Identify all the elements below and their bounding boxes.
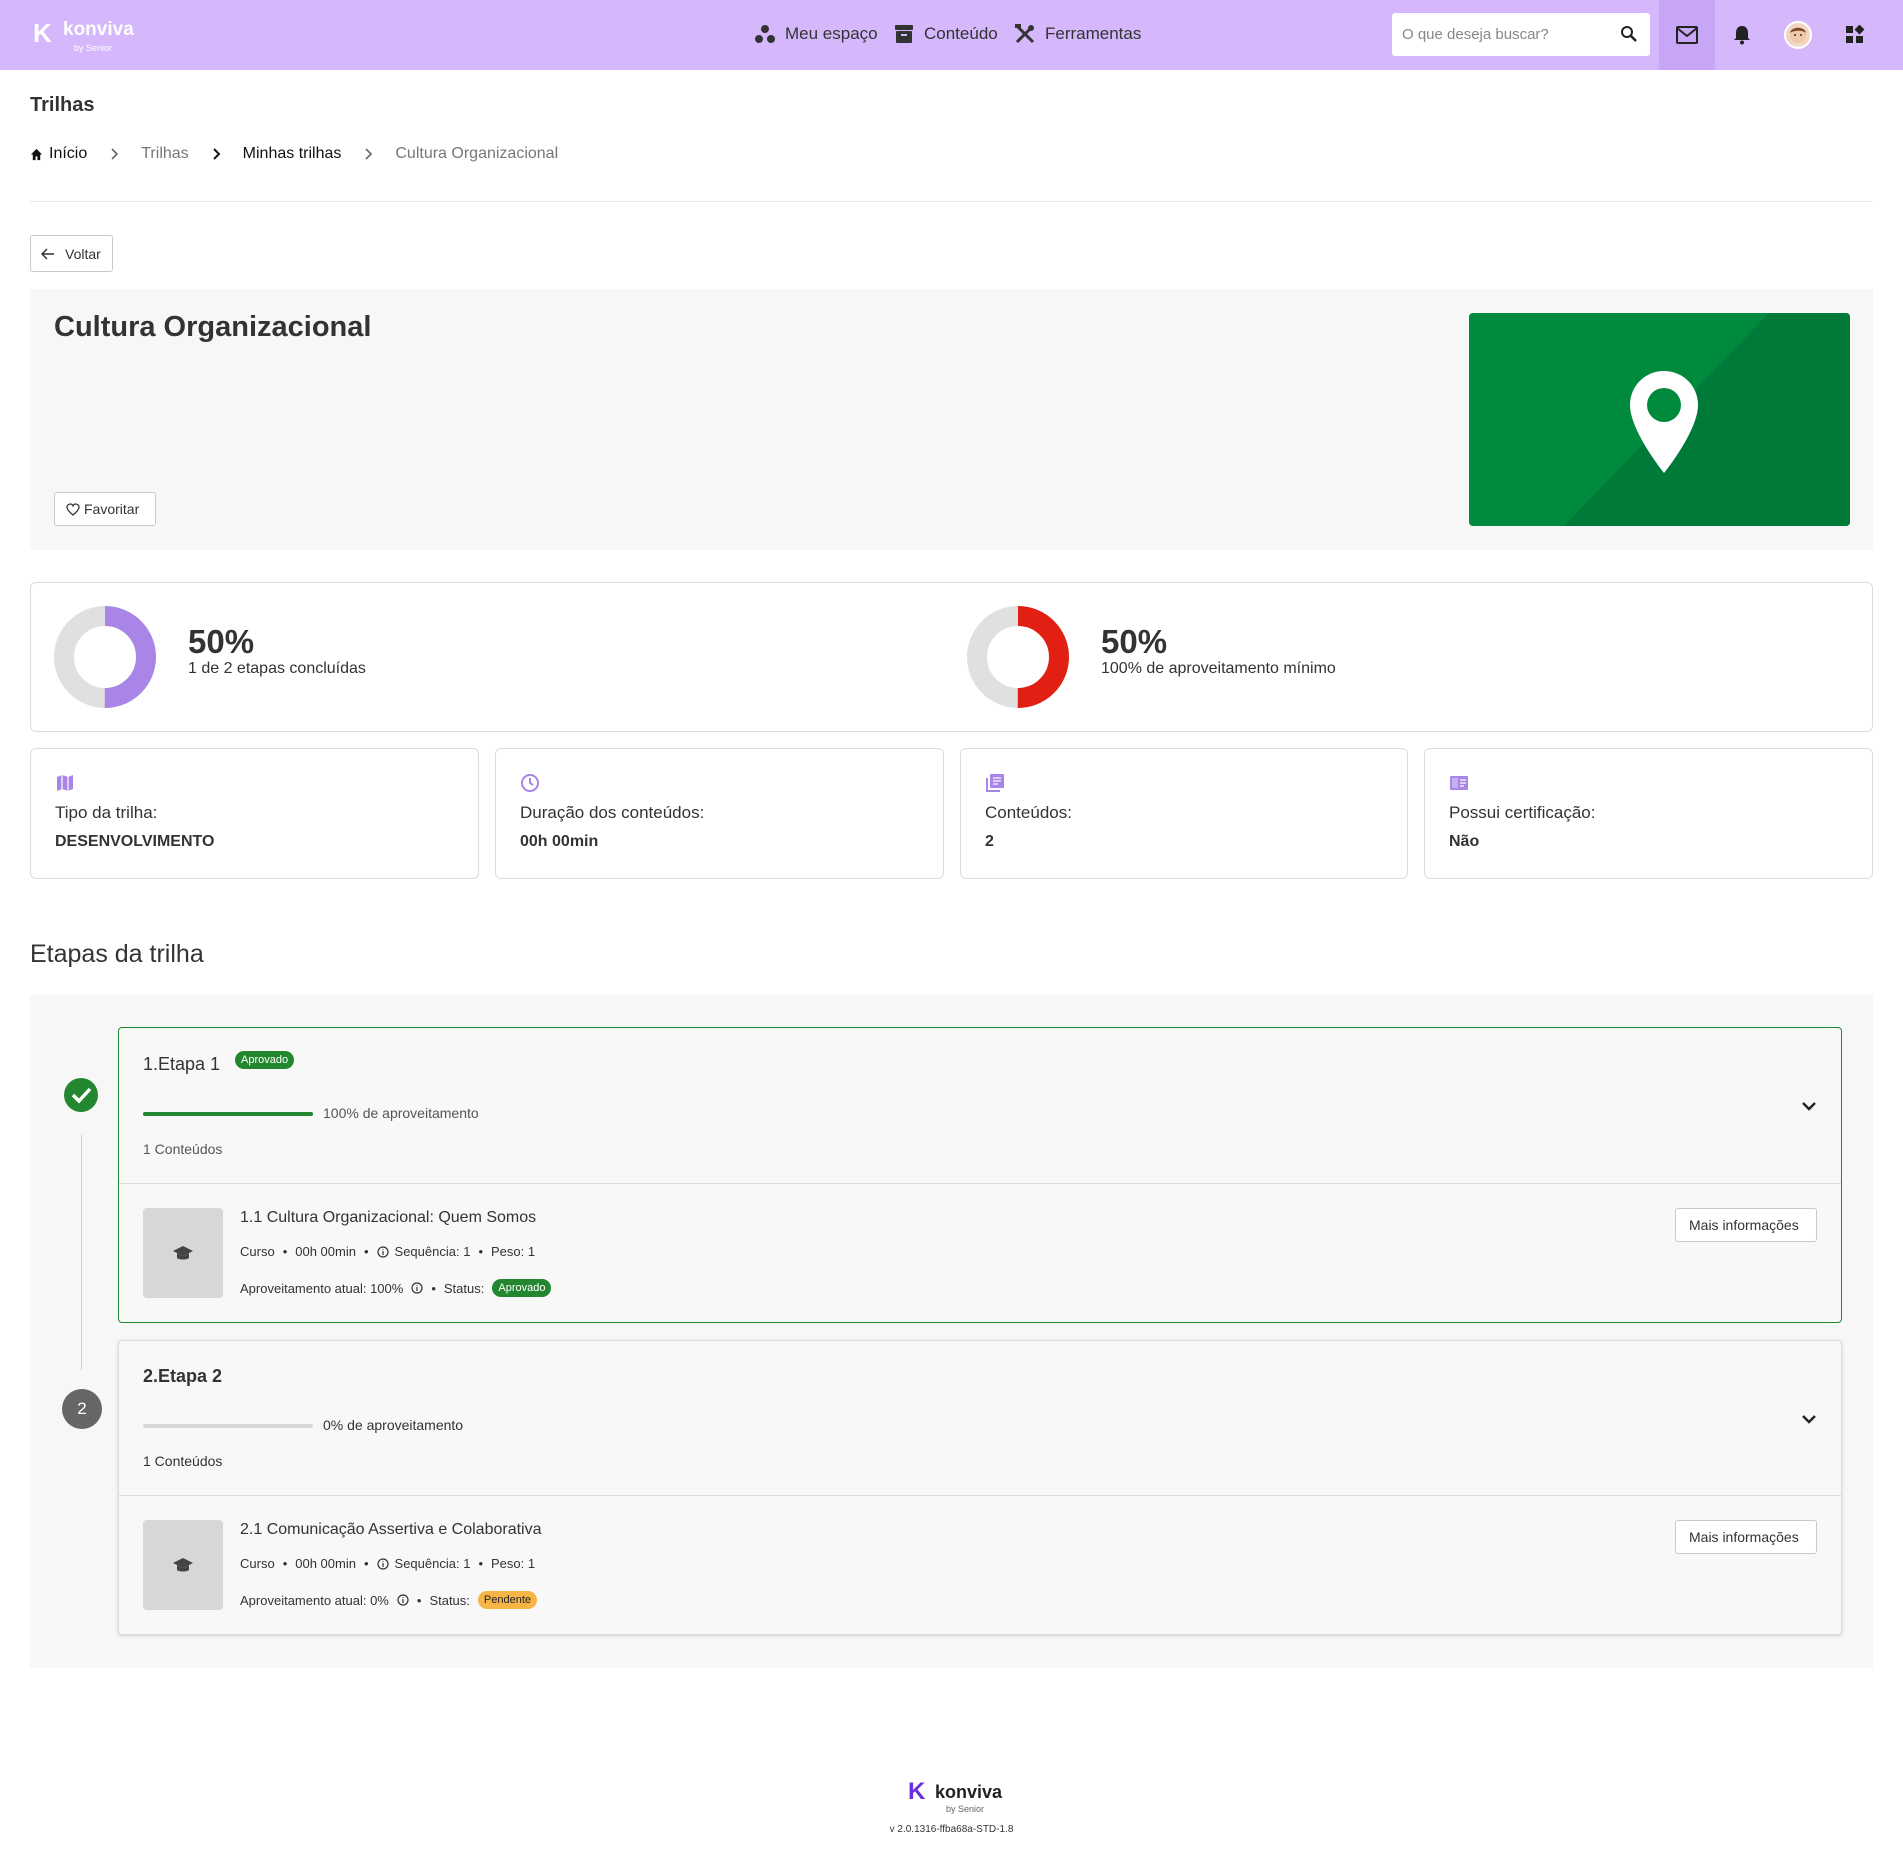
status-badge: Aprovado	[235, 1051, 295, 1069]
page-title: Trilhas	[30, 94, 95, 116]
clock-icon	[521, 774, 539, 792]
certificate-icon	[1450, 776, 1468, 790]
content-thumbnail	[143, 1208, 223, 1298]
timeline-line	[81, 1135, 82, 1370]
info-card-duration: Duração dos conteúdos: 00h 00min	[495, 748, 944, 879]
completion-subtitle: 1 de 2 etapas concluídas	[188, 660, 366, 677]
arrow-left-icon	[41, 247, 54, 260]
nav-ferramentas[interactable]: Ferramentas	[1014, 23, 1141, 45]
divider	[119, 1495, 1841, 1496]
info-icon[interactable]	[397, 1594, 409, 1606]
content-status-line: Aproveitamento atual: 100% • Status: Apr…	[240, 1279, 552, 1297]
mail-icon	[1676, 26, 1698, 44]
search-icon[interactable]	[1620, 25, 1638, 43]
breadcrumb: Início Trilhas Minhas trilhas Cultura Or…	[30, 145, 558, 163]
info-icon[interactable]	[376, 1557, 389, 1570]
status-badge: Pendente	[477, 1591, 538, 1609]
chevron-right-icon	[111, 148, 119, 160]
step-number-marker: 2	[62, 1389, 102, 1429]
step-progress-bar	[143, 1424, 313, 1428]
step-completed-check-icon	[64, 1078, 98, 1112]
bell-icon[interactable]	[1733, 25, 1751, 45]
more-info-button[interactable]: Mais informações	[1675, 1208, 1817, 1242]
status-badge: Aprovado	[492, 1279, 552, 1297]
library-icon	[986, 774, 1004, 792]
avatar[interactable]	[1784, 21, 1812, 49]
step-title: 1.Etapa 1	[143, 1054, 221, 1074]
step-progress-bar	[143, 1112, 313, 1116]
messages-button[interactable]	[1659, 0, 1715, 70]
favorite-button[interactable]: Favoritar	[54, 492, 156, 526]
step-2: 2.Etapa 2 0% de aproveitamento 1 Conteúd…	[118, 1340, 1842, 1635]
nav-conteudo[interactable]: Conteúdo	[893, 23, 998, 45]
tools-icon	[1015, 24, 1035, 44]
content-meta: Curso • 00h 00min • Sequência: 1 • Peso: 1	[240, 1556, 536, 1571]
people-dots-icon	[755, 25, 775, 43]
content-title[interactable]: 2.1 Comunicação Assertiva e Colaborativa	[240, 1521, 542, 1539]
step-progress-fill	[143, 1112, 313, 1116]
user-face-icon	[1789, 27, 1807, 47]
app-version: v 2.0.1316-ffba68a-STD-1.8	[889, 1824, 1014, 1835]
performance-donut	[967, 606, 1069, 708]
graduation-cap-icon	[173, 1246, 193, 1260]
breadcrumb-trilhas[interactable]: Trilhas	[141, 145, 188, 163]
content-status-line: Aproveitamento atual: 0% • Status: Pende…	[240, 1591, 538, 1609]
content-title[interactable]: 1.1 Cultura Organizacional: Quem Somos	[240, 1209, 536, 1227]
divider	[119, 1183, 1841, 1184]
steps-section-title: Etapas da trilha	[30, 940, 204, 968]
completion-percent: 50%	[188, 623, 255, 660]
content-meta: Curso • 00h 00min • Sequência: 1 • Peso: 1	[240, 1244, 536, 1259]
trail-cover-image	[1469, 313, 1850, 526]
chevron-down-icon[interactable]	[1801, 1098, 1817, 1114]
step-progress-label: 0% de aproveitamento	[323, 1417, 464, 1433]
nav-meu-espaco[interactable]: Meu espaço	[754, 23, 878, 45]
graduation-cap-icon	[173, 1558, 193, 1572]
search-input[interactable]: O que deseja buscar?	[1392, 13, 1650, 56]
top-bar: K konviva by Senior Meu espaço Conteúdo …	[0, 0, 1903, 70]
completion-donut	[54, 606, 156, 708]
info-card-certification: Possui certificação: Não	[1424, 748, 1873, 879]
step-content-count: 1 Conteúdos	[143, 1141, 223, 1157]
home-icon	[30, 148, 43, 160]
info-icon[interactable]	[411, 1282, 423, 1294]
chevron-right-icon	[365, 148, 373, 160]
chevron-right-icon	[212, 148, 221, 160]
trail-hero: Cultura Organizacional Favoritar	[30, 289, 1873, 550]
divider	[30, 201, 1873, 202]
step-content-count: 1 Conteúdos	[143, 1453, 223, 1469]
heart-icon	[66, 502, 80, 516]
apps-grid-icon[interactable]	[1845, 25, 1865, 45]
progress-card: 50% 1 de 2 etapas concluídas 50% 100% de…	[30, 582, 1873, 732]
more-info-button[interactable]: Mais informações	[1675, 1520, 1817, 1554]
performance-subtitle: 100% de aproveitamento mínimo	[1101, 660, 1336, 677]
chevron-down-icon[interactable]	[1801, 1411, 1817, 1427]
performance-percent: 50%	[1101, 623, 1168, 660]
step-title: 2.Etapa 2	[143, 1366, 223, 1386]
trail-title: Cultura Organizacional	[54, 311, 372, 343]
step-1: 1.Etapa 1 Aprovado 100% de aproveitament…	[118, 1027, 1842, 1323]
breadcrumb-minhas-trilhas[interactable]: Minhas trilhas	[243, 145, 342, 163]
breadcrumb-current: Cultura Organizacional	[395, 145, 559, 162]
step-progress-label: 100% de aproveitamento	[323, 1105, 479, 1121]
info-card-type: Tipo da trilha: DESENVOLVIMENTO	[30, 748, 479, 879]
back-button[interactable]: Voltar	[30, 235, 113, 272]
map-icon	[57, 775, 73, 791]
info-icon[interactable]	[376, 1245, 389, 1258]
info-card-contents: Conteúdos: 2	[960, 748, 1408, 879]
content-thumbnail	[143, 1520, 223, 1610]
archive-box-icon	[895, 25, 913, 43]
breadcrumb-home[interactable]: Início	[30, 145, 87, 163]
